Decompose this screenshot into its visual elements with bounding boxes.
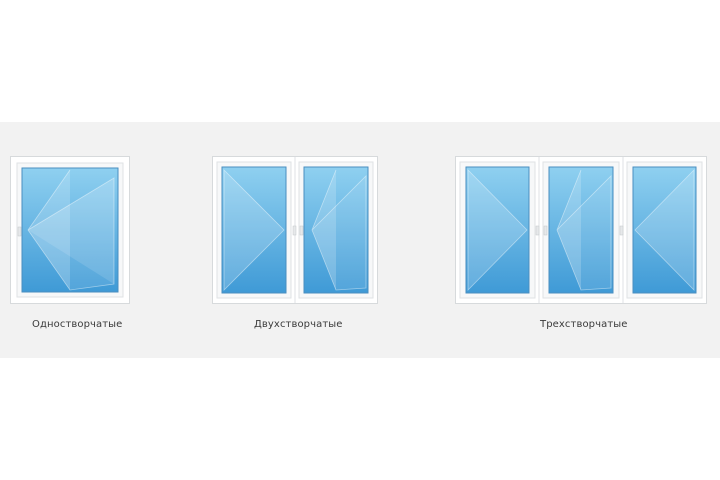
window-triple-sash[interactable]	[455, 156, 707, 304]
caption-triple-sash: Трехстворчатые	[540, 319, 628, 330]
window-double-sash[interactable]	[212, 156, 378, 304]
window-handle-icon	[292, 225, 297, 236]
window-handle-icon	[543, 225, 548, 236]
window-handle-icon	[619, 225, 624, 236]
caption-single-sash: Одностворчатые	[32, 319, 123, 330]
window-handle-icon	[299, 225, 304, 236]
window-single-sash[interactable]	[10, 156, 130, 304]
caption-double-sash: Двухстворчатые	[254, 319, 343, 330]
window-handle-icon	[535, 225, 540, 236]
window-handle-icon	[17, 226, 22, 237]
